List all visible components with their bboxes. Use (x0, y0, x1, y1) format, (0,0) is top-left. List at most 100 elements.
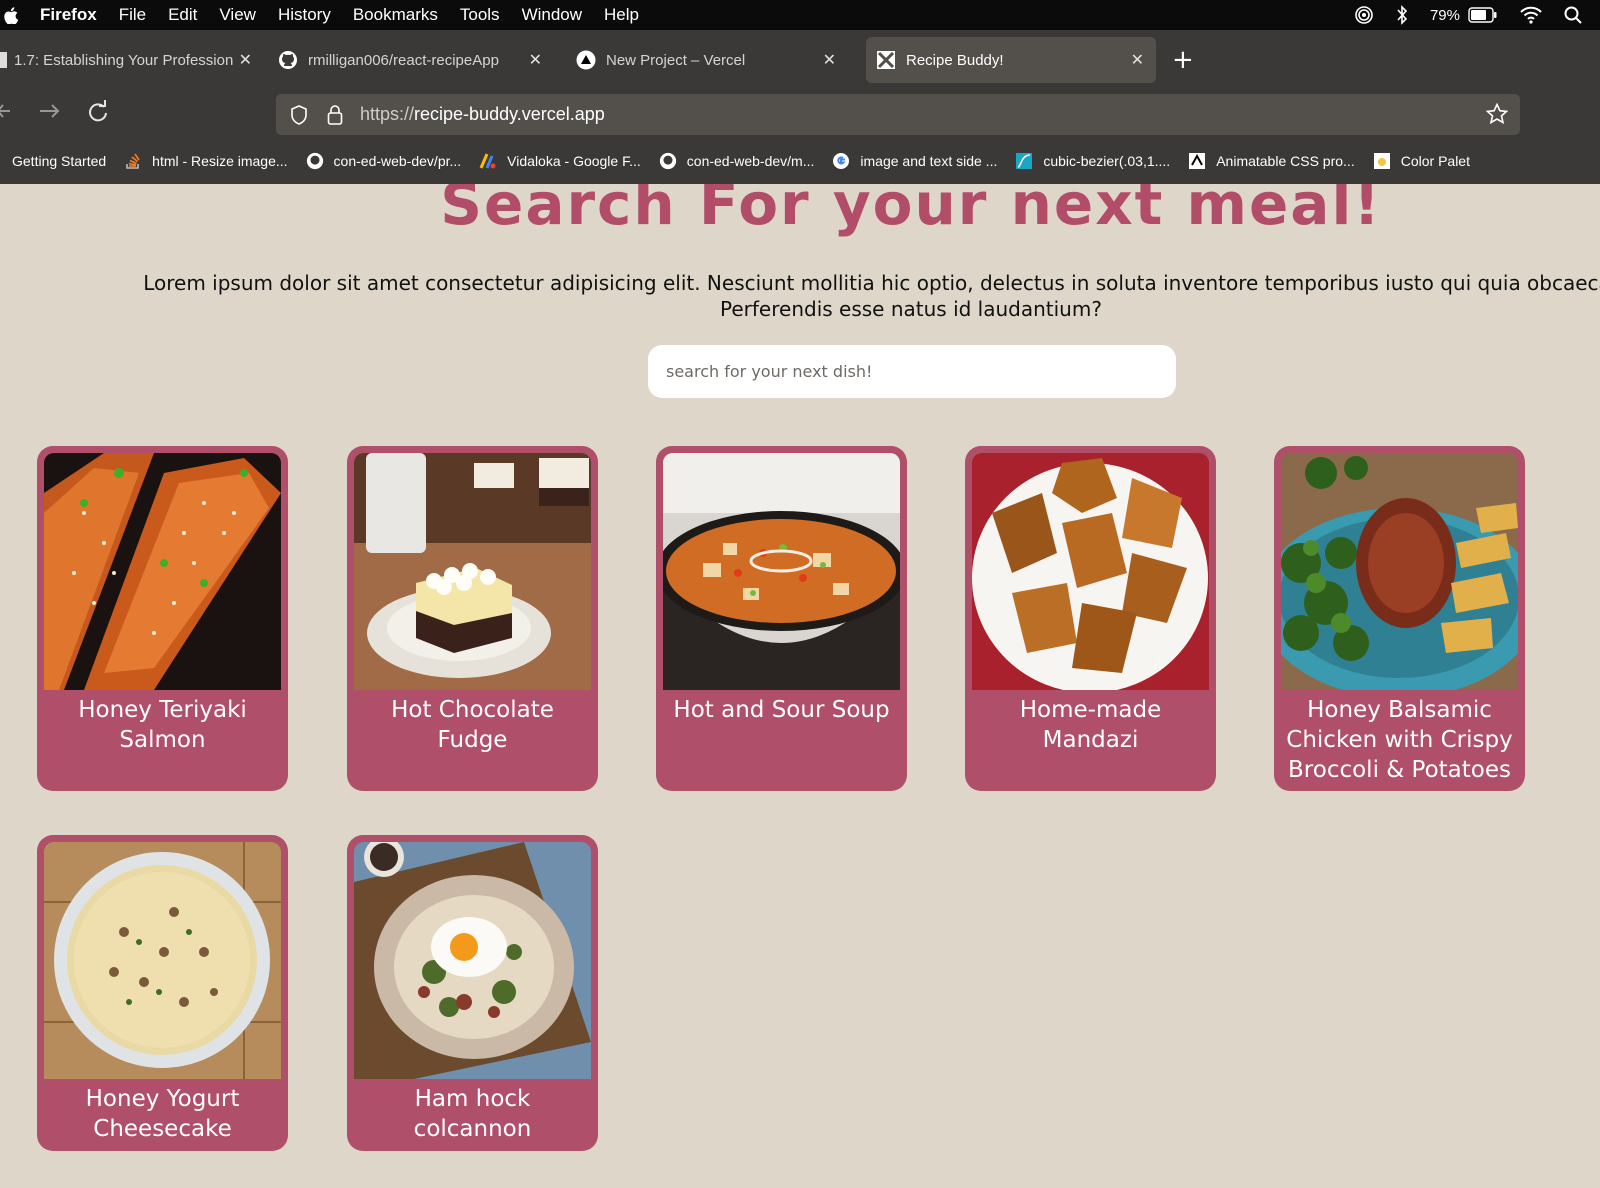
intro-line-2: Perferendis esse natus id laudantium? (720, 297, 1102, 321)
bookmark-label: image and text side ... (860, 153, 998, 169)
recipe-search-input[interactable] (648, 345, 1176, 398)
recipe-image-soup (663, 453, 900, 690)
bookmark-label: Vidaloka - Google F... (507, 153, 641, 169)
bookmark-vidaloka[interactable]: Vidaloka - Google F... (479, 152, 641, 170)
recipe-card[interactable]: Ham hock colcannon (347, 835, 598, 1151)
bluetooth-icon[interactable] (1396, 5, 1408, 25)
recipe-name: Honey Yogurt Cheesecake (85, 1086, 240, 1142)
firefox-icon (0, 152, 4, 170)
page-content: Search For your next meal! Lorem ipsum d… (0, 184, 1600, 1188)
recipe-card[interactable]: Hot and Sour Soup (656, 446, 907, 791)
google-icon (832, 152, 850, 170)
url-bar[interactable]: https://recipe-buddy.vercel.app (276, 94, 1520, 135)
document-icon (0, 50, 8, 70)
recipe-name: Honey Balsamic Chicken with Crispy Brocc… (1286, 697, 1513, 783)
recipe-name: Hot Chocolate Fudge (391, 697, 554, 753)
bookmarks-toolbar: Getting Started html - Resize image... c… (0, 138, 1600, 184)
bookmark-image-text-side[interactable]: image and text side ... (832, 152, 997, 170)
tab-github-repo[interactable]: rmilligan006/react-recipeApp ✕ (278, 37, 554, 83)
tab-title: 1.7: Establishing Your Profession (14, 51, 234, 69)
bookmark-getting-started[interactable]: Getting Started (0, 152, 106, 170)
bookmark-label: cubic-bezier(.03,1.... (1043, 153, 1171, 169)
recipe-card[interactable]: Honey Teriyaki Salmon (37, 446, 288, 791)
palette-icon (1373, 152, 1391, 170)
bookmark-color-palette[interactable]: Color Palet (1373, 152, 1470, 170)
tab-recipe-buddy[interactable]: Recipe Buddy! ✕ (866, 37, 1156, 83)
tracking-shield-icon[interactable] (288, 104, 310, 125)
tab-title: New Project – Vercel (606, 51, 746, 69)
bookmark-label: html - Resize image... (152, 153, 288, 169)
new-tab-plus-icon[interactable]: + (1172, 47, 1194, 73)
recipe-card[interactable]: Hot Chocolate Fudge (347, 446, 598, 791)
menu-firefox[interactable]: Firefox (40, 5, 97, 25)
recipe-card[interactable]: Home-made Mandazi (965, 446, 1216, 791)
menu-history[interactable]: History (278, 5, 331, 25)
menu-edit[interactable]: Edit (168, 5, 197, 25)
bookmark-label: con-ed-web-dev/pr... (333, 153, 462, 169)
menu-view[interactable]: View (219, 5, 256, 25)
menu-help[interactable]: Help (604, 5, 639, 25)
tab-establishing-profession[interactable]: 1.7: Establishing Your Profession ✕ (0, 37, 256, 83)
recipe-name: Hot and Sour Soup (673, 697, 890, 723)
recipe-name: Ham hock colcannon (413, 1086, 532, 1142)
bookmark-animatable-css[interactable]: Animatable CSS pro... (1188, 152, 1355, 170)
menu-bar: Firefox File Edit View History Bookmarks… (0, 0, 1600, 30)
intro-line-1: Lorem ipsum dolor sit amet consectetur a… (143, 271, 1600, 295)
close-tab-icon[interactable]: ✕ (239, 50, 252, 70)
reload-icon[interactable] (88, 100, 108, 128)
tab-strip: 1.7: Establishing Your Profession ✕ rmil… (0, 30, 1600, 88)
recipe-name: Honey Teriyaki Salmon (78, 697, 247, 753)
github-icon (659, 152, 677, 170)
bookmark-resize-image[interactable]: html - Resize image... (124, 152, 288, 170)
apple-icon[interactable] (0, 6, 22, 24)
stackoverflow-icon (124, 152, 142, 170)
battery-icon[interactable] (1468, 7, 1498, 23)
github-icon (306, 152, 324, 170)
mdn-icon (1188, 152, 1206, 170)
google-fonts-icon (479, 152, 497, 170)
menu-file[interactable]: File (119, 5, 146, 25)
battery-percent: 79% (1429, 6, 1460, 24)
vercel-icon (576, 50, 596, 70)
tab-title: Recipe Buddy! (906, 51, 1004, 69)
back-arrow-icon[interactable] (0, 100, 12, 128)
bookmark-label: Getting Started (12, 153, 107, 169)
bookmark-label: Animatable CSS pro... (1216, 153, 1355, 169)
bookmark-label: con-ed-web-dev/m... (686, 153, 815, 169)
bookmark-star-icon[interactable] (1485, 102, 1509, 130)
recipe-name: Home-made Mandazi (1019, 697, 1162, 753)
menu-window[interactable]: Window (522, 5, 582, 25)
url-text: https://recipe-buddy.vercel.app (360, 104, 605, 125)
recipe-card[interactable]: Honey Balsamic Chicken with Crispy Brocc… (1274, 446, 1525, 791)
page-intro-text: Lorem ipsum dolor sit amet consectetur a… (0, 270, 1600, 322)
bookmark-con-ed-m[interactable]: con-ed-web-dev/m... (659, 152, 815, 170)
bookmark-con-ed-pr[interactable]: con-ed-web-dev/pr... (306, 152, 462, 170)
tab-vercel[interactable]: New Project – Vercel ✕ (576, 37, 848, 83)
tab-title: rmilligan006/react-recipeApp (308, 51, 499, 69)
forward-arrow-icon[interactable] (40, 100, 60, 128)
navigation-bar: https://recipe-buddy.vercel.app (0, 88, 1600, 138)
spotlight-search-icon[interactable] (1564, 6, 1582, 24)
wifi-icon[interactable] (1520, 6, 1542, 24)
recipe-image-mandazi (972, 453, 1209, 690)
recipe-image-chicken (1281, 453, 1518, 690)
cubic-bezier-icon (1015, 152, 1033, 170)
menu-tools[interactable]: Tools (460, 5, 500, 25)
page-title: Search For your next meal! (440, 184, 1382, 238)
close-tab-icon[interactable]: ✕ (823, 50, 836, 70)
recipe-icon (876, 50, 896, 70)
close-tab-icon[interactable]: ✕ (529, 50, 542, 70)
recipe-image-cheesecake (44, 842, 281, 1079)
url-domain: recipe-buddy.vercel.app (414, 104, 605, 124)
recipe-image-fudge (354, 453, 591, 690)
github-icon (278, 50, 298, 70)
recipe-image-salmon (44, 453, 281, 690)
airdrop-icon[interactable] (1354, 5, 1374, 25)
bookmark-cubic-bezier[interactable]: cubic-bezier(.03,1.... (1015, 152, 1170, 170)
bookmark-label: Color Palet (1400, 153, 1470, 169)
lock-icon[interactable] (324, 104, 346, 125)
recipe-card[interactable]: Honey Yogurt Cheesecake (37, 835, 288, 1151)
close-tab-icon[interactable]: ✕ (1131, 50, 1144, 70)
url-protocol: https:// (360, 104, 415, 124)
menu-bookmarks[interactable]: Bookmarks (353, 5, 438, 25)
